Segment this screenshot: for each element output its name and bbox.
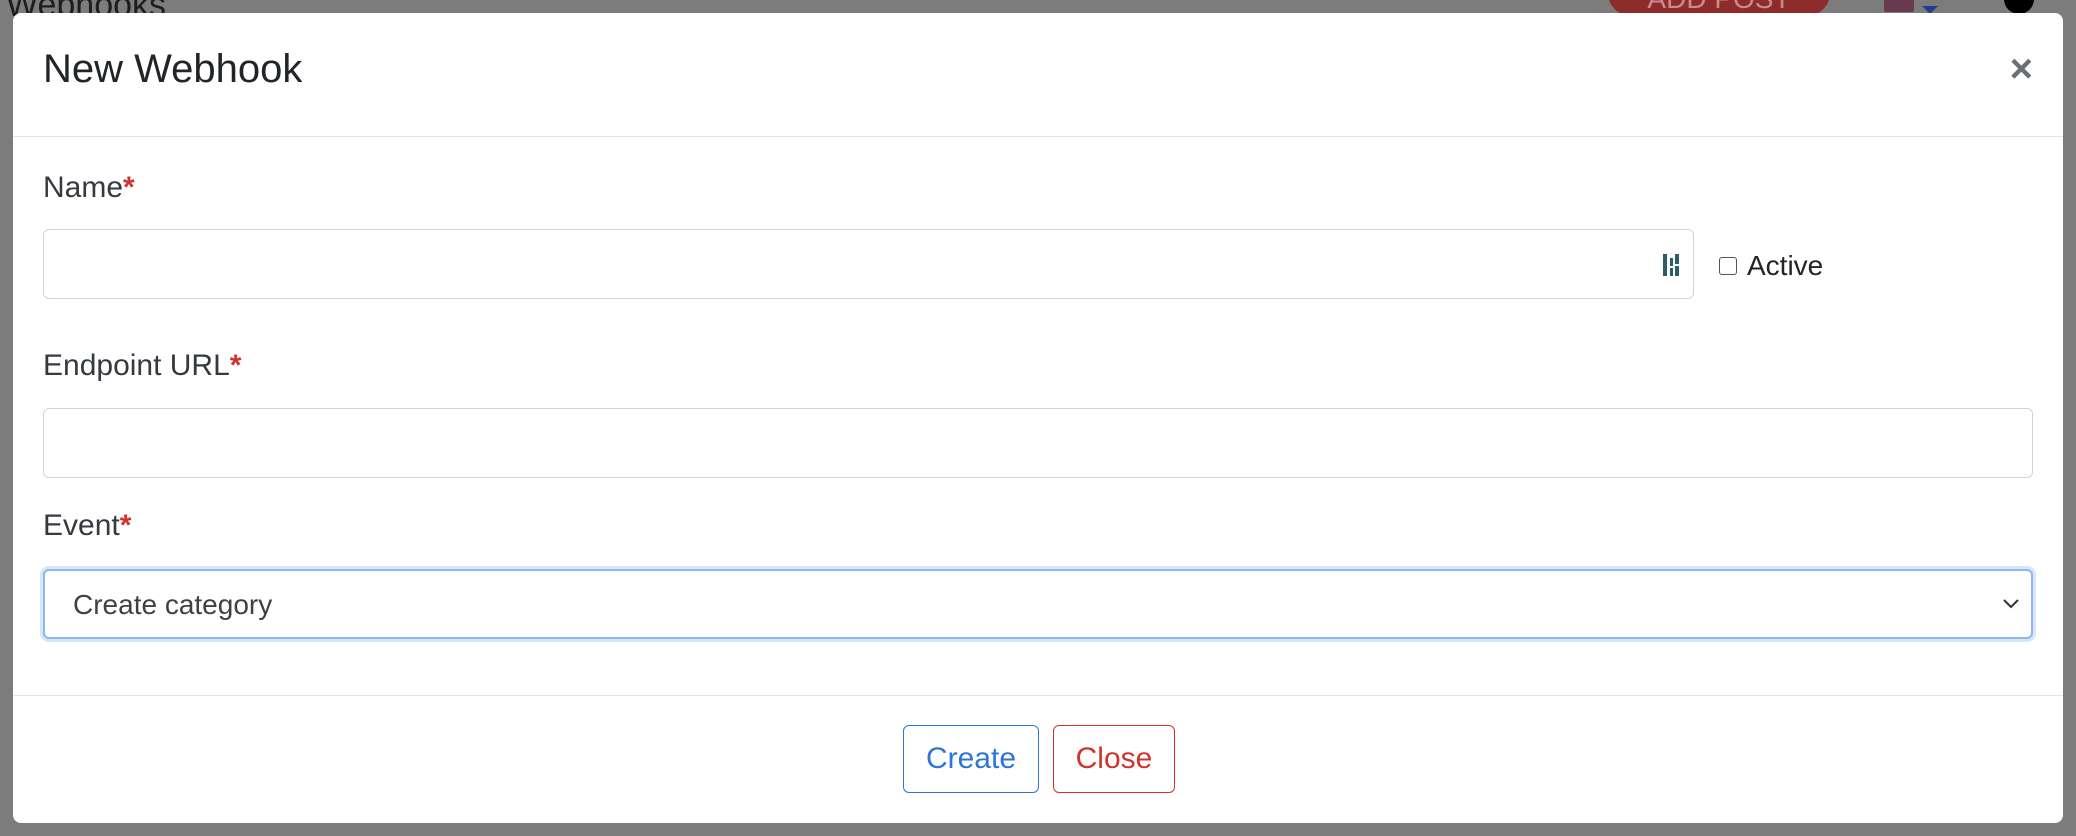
endpoint-url-label: Endpoint URL* <box>43 349 241 383</box>
active-label[interactable]: Active <box>1747 250 1823 282</box>
modal-header: New Webhook × <box>13 13 2063 137</box>
modal-title: New Webhook <box>43 47 303 91</box>
event-select-value: Create category <box>73 589 273 620</box>
name-label-text: Name <box>43 171 124 204</box>
chevron-down-icon <box>2003 599 2019 609</box>
modal-footer-divider <box>13 695 2063 696</box>
required-mark: * <box>119 509 132 542</box>
name-label: Name* <box>43 171 135 205</box>
active-checkbox[interactable] <box>1719 257 1737 275</box>
event-label: Event* <box>43 509 131 543</box>
required-mark: * <box>123 171 135 204</box>
close-button[interactable]: Close <box>1053 725 1175 793</box>
endpoint-url-input[interactable] <box>43 408 2033 478</box>
language-flag-icon <box>1884 0 1914 12</box>
new-webhook-modal: New Webhook × Name* Active Endpoint URL*… <box>13 13 2063 823</box>
event-label-text: Event <box>43 509 120 542</box>
create-button[interactable]: Create <box>903 725 1039 793</box>
close-icon[interactable]: × <box>2010 49 2033 89</box>
event-select[interactable]: Create category <box>43 569 2033 639</box>
password-manager-icon[interactable] <box>1661 252 1681 278</box>
endpoint-url-label-text: Endpoint URL <box>43 349 230 382</box>
name-input[interactable] <box>43 229 1694 299</box>
active-checkbox-group[interactable]: Active <box>1719 250 1823 282</box>
required-mark: * <box>229 349 242 382</box>
